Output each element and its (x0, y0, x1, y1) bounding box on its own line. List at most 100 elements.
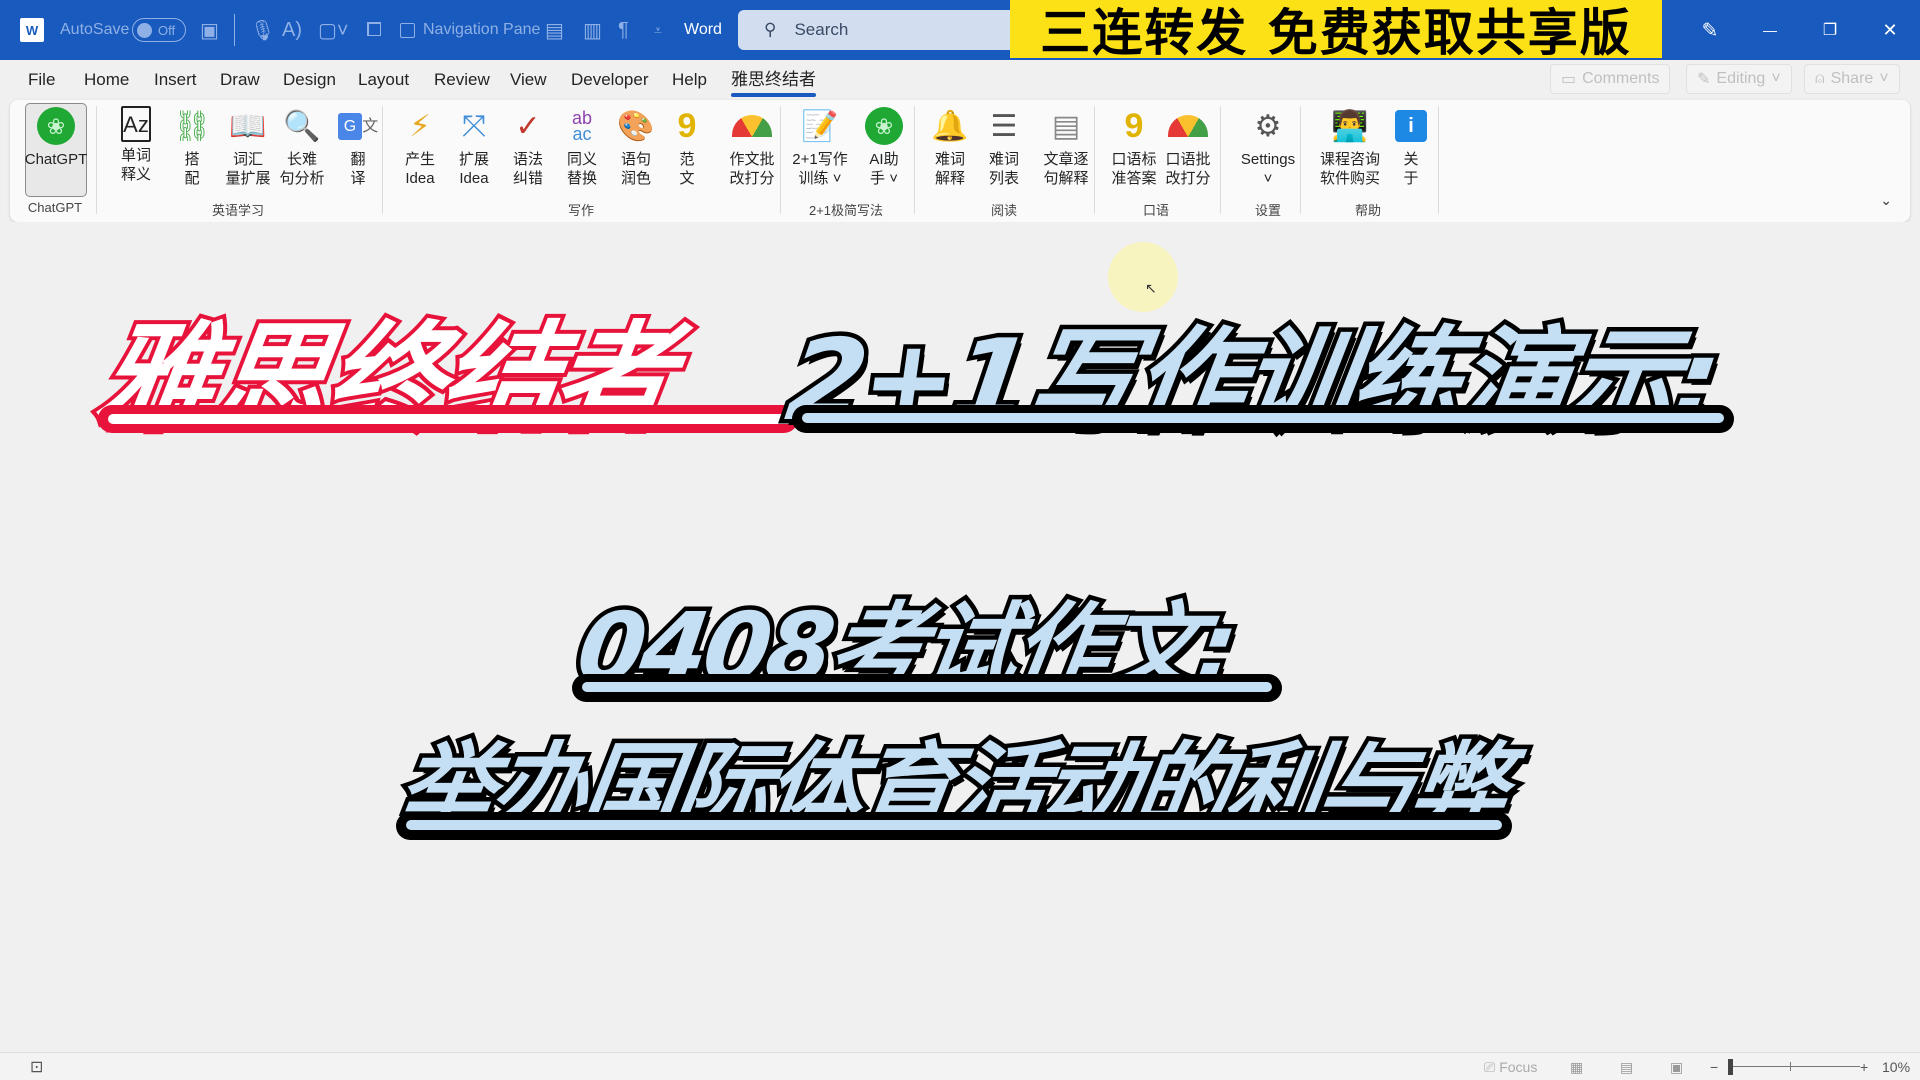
read-aloud-icon[interactable]: A) (282, 0, 302, 60)
search-box[interactable]: ⚲ Search (738, 10, 1018, 50)
word-definition-button[interactable]: Az 单词 释义 (114, 104, 158, 184)
zoom-level[interactable]: 10% (1882, 1053, 1910, 1080)
group-label-chatgpt: ChatGPT (27, 200, 83, 215)
btn-label: 译 (350, 170, 366, 187)
close-button[interactable]: ✕ (1860, 0, 1920, 60)
settings-button[interactable]: ⚙ Settings ˅ (1236, 104, 1300, 188)
btn-label: 单词 (120, 147, 151, 164)
btn-label: 关 (1403, 151, 1419, 168)
document-canvas[interactable]: ↖ 雅思终结者 2+1写作训练演示: 0408考试作文: 举办国际体育活动的利与… (0, 222, 1920, 1052)
expand-idea-button[interactable]: ⤧ 扩展 Idea (452, 104, 496, 188)
comment-icon[interactable]: ▢˅ (318, 0, 349, 60)
essay-grading-button[interactable]: 作文批 改打分 (722, 104, 782, 188)
group-divider (1220, 106, 1221, 214)
btn-label: 句分析 (279, 170, 325, 187)
app-title: Word (684, 21, 722, 38)
btn-label: Settings (1240, 151, 1296, 168)
tab-file[interactable]: File (28, 60, 55, 100)
search-placeholder: Search (794, 20, 849, 39)
tab-help[interactable]: Help (672, 60, 707, 100)
bell-icon: 🔔 (931, 109, 969, 143)
tab-insert[interactable]: Insert (154, 60, 197, 100)
group-divider (914, 106, 915, 214)
ai-assistant-button[interactable]: ❀ AI助 手 ˅ (862, 104, 906, 188)
btn-label: 配 (184, 170, 200, 187)
layout-icon[interactable]: ▤ (545, 0, 564, 60)
tab-developer[interactable]: Developer (571, 60, 649, 100)
writing-training-button[interactable]: 📝 2+1写作 训练 ˅ (790, 104, 850, 188)
touch-mode-icon[interactable]: ⧠ (366, 0, 382, 60)
vocabulary-expand-button[interactable]: 📖 词汇 量扩展 (218, 104, 278, 188)
btn-label: 2+1写作 (792, 151, 848, 168)
btn-label: 软件购买 (1319, 170, 1380, 187)
zoom-out-button[interactable]: − (1710, 1053, 1718, 1080)
btn-label: 作文批 (729, 151, 775, 168)
tab-design[interactable]: Design (283, 60, 336, 100)
tab-draw[interactable]: Draw (220, 60, 260, 100)
sentence-analysis-button[interactable]: 🔍 长难 句分析 (272, 104, 332, 188)
btn-label: 于 (1403, 170, 1419, 187)
btn-label: 产生 (404, 151, 435, 168)
btn-label: 列表 (988, 170, 1019, 187)
read-mode-icon[interactable]: ▦ (1570, 1053, 1583, 1080)
ribbon-collapse-chevron-icon[interactable]: ⌄ (1880, 192, 1892, 209)
autosave-label: AutoSave (60, 21, 130, 38)
link-play-icon: ⛓ (172, 109, 212, 143)
expand-arrows-icon: ⤧ (462, 109, 486, 143)
translate-button[interactable]: G文 翻 译 (336, 104, 380, 188)
comments-button[interactable]: ▭ Comments (1550, 64, 1671, 94)
zoom-slider-track[interactable] (1730, 1066, 1860, 1067)
restore-button[interactable]: ❐ (1800, 0, 1860, 60)
btn-label: Idea (459, 170, 489, 187)
status-bar: ⊡ ⎚ Focus ▦ ▤ ▣ − + 10% (0, 1052, 1920, 1080)
speaking-answer-button[interactable]: 9 口语标 准答案 (1104, 104, 1164, 188)
btn-label: 训练 ˅ (798, 170, 842, 187)
print-layout-icon[interactable]: ▤ (1620, 1053, 1633, 1080)
editing-button[interactable]: ✎ Editing ˅ (1686, 64, 1792, 94)
zoom-in-button[interactable]: + (1860, 1053, 1868, 1080)
chatgpt-icon: ❀ (865, 107, 903, 145)
tab-ielts-terminator[interactable]: 雅思终结者 (731, 60, 816, 100)
tab-layout[interactable]: Layout (358, 60, 409, 100)
tab-view[interactable]: View (510, 60, 547, 100)
btn-label: 范 (679, 151, 695, 168)
btn-label: 语句 (620, 151, 651, 168)
save-icon[interactable]: ▣ (200, 0, 219, 60)
btn-label: 纠错 (512, 170, 543, 187)
focus-button[interactable]: ⎚ Focus (1484, 1053, 1537, 1080)
ab-ac-icon: ab ac (571, 108, 593, 144)
share-button[interactable]: ⍝ Share ˅ (1804, 64, 1900, 94)
page-icon[interactable]: ▥ (583, 0, 602, 60)
group-label-help: 帮助 (1354, 203, 1382, 218)
group-label-speaking: 口语 (1142, 203, 1170, 218)
pilcrow-icon[interactable]: ¶ (618, 0, 629, 60)
hard-word-explain-button[interactable]: 🔔 难词 解释 (928, 104, 972, 188)
model-essay-button[interactable]: 9 范 文 (672, 104, 702, 188)
share-icon: ⍝ (1815, 70, 1825, 87)
synonym-replace-button[interactable]: ab ac 同义 替换 (560, 104, 604, 188)
course-consult-button[interactable]: 👨‍💻 课程咨询 软件购买 (1312, 104, 1388, 188)
sentence-explain-button[interactable]: ▤ 文章逐 句解释 (1036, 104, 1096, 188)
minimize-button[interactable]: — (1740, 0, 1800, 60)
speaking-grading-button[interactable]: 口语批 改打分 (1158, 104, 1218, 188)
navigation-pane-checkbox[interactable]: Navigation Pane (400, 0, 540, 60)
zoom-slider-thumb[interactable] (1728, 1059, 1733, 1075)
palette-icon: 🎨 (617, 109, 655, 143)
hard-word-list-button[interactable]: ☰ 难词 列表 (982, 104, 1026, 188)
pen-icon[interactable]: ✎ (1680, 0, 1740, 60)
polish-sentence-button[interactable]: 🎨 语句 润色 (614, 104, 658, 188)
macro-recording-icon[interactable]: ⊡ (30, 1053, 43, 1080)
checkbox-icon (400, 22, 415, 38)
microphone-icon[interactable]: 🎙 (250, 0, 275, 60)
tab-home[interactable]: Home (84, 60, 129, 100)
customize-toolbar-icon[interactable]: ⩡ (654, 0, 662, 60)
generate-idea-button[interactable]: ⚡ 产生 Idea (398, 104, 442, 188)
web-layout-icon[interactable]: ▣ (1670, 1053, 1683, 1080)
collocation-button[interactable]: ⛓ 搭 配 (170, 104, 214, 188)
about-button[interactable]: i 关 于 (1395, 104, 1427, 188)
chatgpt-button-content[interactable]: ❀ ChatGPT (25, 104, 87, 169)
tab-review[interactable]: Review (434, 60, 490, 100)
grammar-check-button[interactable]: ✓ 语法 纠错 (506, 104, 550, 188)
autosave-toggle[interactable]: Off (132, 18, 186, 42)
editing-label: Editing (1716, 70, 1766, 87)
